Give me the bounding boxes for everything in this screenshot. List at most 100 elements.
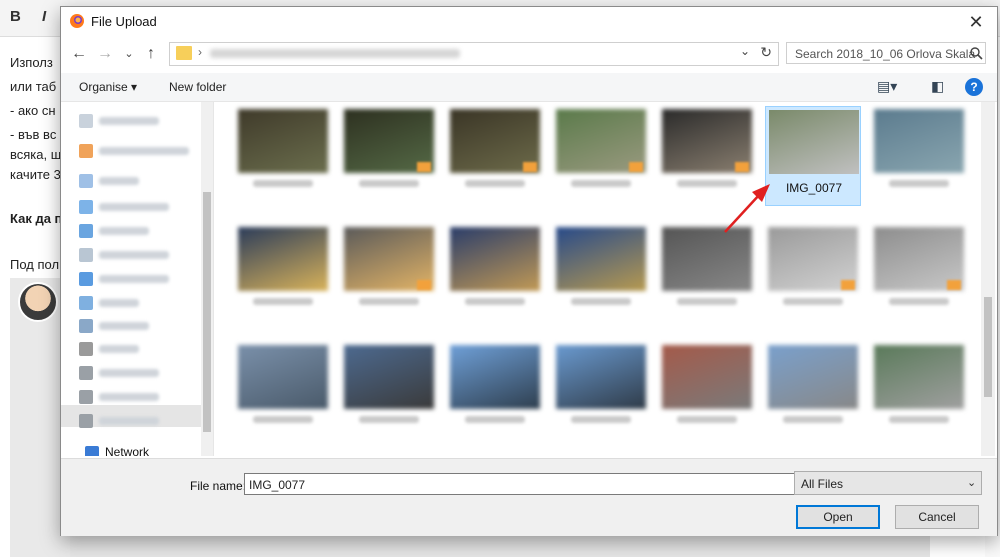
- bold-button[interactable]: B: [10, 8, 21, 25]
- sidebar-scroll-thumb[interactable]: [203, 192, 211, 432]
- file-tile-label-redacted: [783, 298, 843, 305]
- up-folder-icon[interactable]: ↑: [141, 44, 161, 64]
- file-tile[interactable]: [871, 106, 967, 206]
- sidebar-item[interactable]: [79, 317, 209, 335]
- view-options-icon[interactable]: ▤▾: [877, 78, 897, 95]
- address-bar[interactable]: › ⌄ ↻: [169, 42, 779, 66]
- editor-text-line: Под пол: [10, 257, 60, 272]
- file-tile[interactable]: [553, 224, 649, 324]
- file-grid-scroll-thumb[interactable]: [984, 297, 992, 397]
- file-tile-label-redacted: [889, 298, 949, 305]
- file-tile-selected[interactable]: IMG_0077: [765, 106, 861, 206]
- open-button[interactable]: Open: [796, 505, 880, 529]
- file-tile[interactable]: [659, 342, 755, 442]
- sidebar-item[interactable]: [79, 172, 209, 190]
- image-thumbnail: [450, 227, 540, 291]
- navigation-pane: Network: [61, 102, 214, 456]
- recent-locations-icon[interactable]: ⌄: [119, 44, 139, 64]
- sidebar-item[interactable]: [79, 270, 209, 288]
- file-tile-label-redacted: [889, 416, 949, 423]
- sync-badge-icon: [523, 162, 537, 172]
- filename-input[interactable]: IMG_0077: [244, 473, 841, 495]
- file-tile-label-redacted: [677, 180, 737, 187]
- file-tile[interactable]: [341, 342, 437, 442]
- file-tile[interactable]: [341, 224, 437, 324]
- image-thumbnail: [238, 345, 328, 409]
- file-tile[interactable]: [235, 224, 331, 324]
- file-tile[interactable]: [659, 224, 755, 324]
- file-tile[interactable]: [553, 342, 649, 442]
- chevron-down-icon[interactable]: ⌄: [967, 476, 976, 489]
- sidebar-item[interactable]: [79, 198, 209, 216]
- image-thumbnail: [874, 109, 964, 173]
- sync-badge-icon: [947, 280, 961, 290]
- new-folder-button[interactable]: New folder: [169, 80, 226, 94]
- sidebar-item[interactable]: [79, 364, 209, 382]
- sidebar-item[interactable]: [79, 340, 209, 358]
- image-thumbnail: [238, 227, 328, 291]
- sidebar-item[interactable]: [79, 412, 209, 430]
- file-tile[interactable]: [235, 342, 331, 442]
- firefox-icon: [70, 14, 84, 28]
- sidebar-item-network[interactable]: Network: [105, 445, 149, 456]
- file-grid-scrollbar[interactable]: [981, 102, 995, 456]
- file-tile[interactable]: [871, 224, 967, 324]
- file-tile-label-redacted: [783, 416, 843, 423]
- file-tile[interactable]: [447, 106, 543, 206]
- file-tile[interactable]: [553, 106, 649, 206]
- file-tile-label-redacted: [571, 180, 631, 187]
- search-icon[interactable]: [970, 47, 983, 60]
- file-tile[interactable]: [659, 106, 755, 206]
- sidebar-item[interactable]: [79, 246, 209, 264]
- organise-menu[interactable]: Organise ▾: [79, 80, 137, 94]
- file-tile[interactable]: [447, 224, 543, 324]
- file-tile[interactable]: [765, 224, 861, 324]
- editor-text-line: - ако сн: [10, 103, 56, 118]
- image-thumbnail: [344, 345, 434, 409]
- file-tile[interactable]: [447, 342, 543, 442]
- file-tile[interactable]: [341, 106, 437, 206]
- sidebar-item[interactable]: [79, 294, 209, 312]
- file-tile-label-redacted: [465, 298, 525, 305]
- dialog-titlebar: File Upload ✕: [61, 7, 997, 37]
- address-path-redacted: [210, 49, 460, 58]
- image-thumbnail: [450, 345, 540, 409]
- chevron-down-icon[interactable]: ⌄: [740, 44, 750, 58]
- file-tile-label-redacted: [571, 416, 631, 423]
- chevron-right-icon: ›: [198, 45, 202, 59]
- image-thumbnail: [769, 110, 859, 174]
- editor-text-line: всяка, щ: [10, 147, 62, 162]
- image-thumbnail: [556, 345, 646, 409]
- search-input[interactable]: Search 2018_10_06 Orlova Skala: [786, 42, 986, 64]
- sidebar-item[interactable]: [79, 142, 209, 160]
- cancel-button[interactable]: Cancel: [895, 505, 979, 529]
- help-icon[interactable]: ?: [965, 78, 983, 96]
- file-tile-label-redacted: [465, 180, 525, 187]
- file-tile[interactable]: [871, 342, 967, 442]
- network-icon: [85, 446, 99, 456]
- close-button[interactable]: ✕: [965, 11, 987, 33]
- italic-button[interactable]: I: [42, 8, 46, 25]
- file-tile[interactable]: [235, 106, 331, 206]
- editor-text-line: качите 3: [10, 167, 61, 182]
- preview-pane-icon[interactable]: ◧: [931, 78, 944, 95]
- image-thumbnail: [662, 345, 752, 409]
- sidebar-item[interactable]: [79, 112, 209, 130]
- file-tile[interactable]: [765, 342, 861, 442]
- sync-badge-icon: [629, 162, 643, 172]
- folder-icon: [176, 46, 192, 60]
- forward-icon[interactable]: →: [95, 44, 115, 64]
- sidebar-item[interactable]: [79, 222, 209, 240]
- file-grid: IMG_0077: [221, 102, 981, 456]
- file-tile-label-redacted: [889, 180, 949, 187]
- image-thumbnail: [662, 227, 752, 291]
- file-tile-label-redacted: [253, 298, 313, 305]
- sidebar-item[interactable]: [79, 388, 209, 406]
- avatar: [18, 282, 58, 322]
- image-thumbnail: [874, 345, 964, 409]
- back-icon[interactable]: ←: [69, 44, 89, 64]
- file-tile-label-redacted: [253, 180, 313, 187]
- file-tile-label-redacted: [571, 298, 631, 305]
- filetype-select[interactable]: All Files: [794, 471, 982, 495]
- refresh-icon[interactable]: ↻: [760, 44, 772, 61]
